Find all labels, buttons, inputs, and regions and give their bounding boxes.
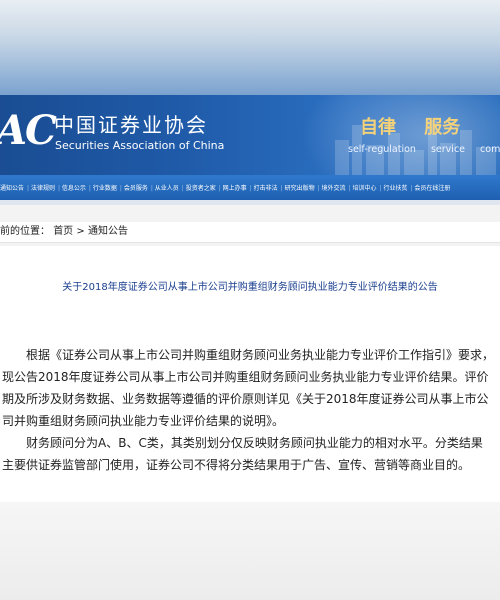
slogan-service: 服务: [424, 117, 461, 138]
slogan-cn: 自律 服务: [360, 113, 472, 139]
main-nav: 通知公告 法律规则 信息公示 行业数据 会员服务 从业人员 投资者之家 网上办事…: [0, 175, 500, 200]
notice-paragraph-2: 财务顾问分为A、B、C类，其类别划分仅反映财务顾问执业能力的相对水平。分类结果主…: [2, 436, 483, 472]
nav-item-industry-data[interactable]: 行业数据: [89, 183, 120, 192]
slogan-self-regulation: 自律: [360, 117, 396, 138]
breadcrumb-prefix: 前的位置：: [0, 226, 50, 237]
breadcrumb: 前的位置： 首页 > 通知公告: [0, 222, 500, 243]
nav-item-international[interactable]: 境外交流: [318, 183, 349, 192]
breadcrumb-current[interactable]: 通知公告: [88, 226, 128, 237]
sac-logo[interactable]: AC: [0, 107, 57, 154]
notice-title: 关于2018年度证券公司从事上市公司并购重组财务顾问执业能力专业评价结果的公告: [62, 282, 438, 293]
site-banner: AC 中国证券业协会 Securities Association of Chi…: [0, 95, 500, 175]
nav-item-disclosure[interactable]: 信息公示: [58, 183, 89, 192]
nav-item-member-services[interactable]: 会员服务: [120, 183, 151, 192]
top-background: [0, 0, 500, 95]
association-name-cn: 中国证券业协会: [54, 113, 208, 137]
slogan-en-1: self-regulation: [348, 144, 416, 155]
nav-item-research[interactable]: 研究出版物: [281, 183, 318, 192]
nav-item-notices[interactable]: 通知公告: [0, 183, 27, 192]
breadcrumb-separator: >: [76, 226, 85, 237]
slogan-en-3: comm: [480, 144, 500, 155]
nav-item-anti-illegal[interactable]: 打击非法: [250, 183, 281, 192]
association-name-en: Securities Association of China: [55, 139, 225, 152]
slogan-en: self-regulation service comm: [348, 144, 500, 155]
nav-item-investors[interactable]: 投资者之家: [182, 183, 219, 192]
notice-content: 关于2018年度证券公司从事上市公司并购重组财务顾问执业能力专业评价结果的公告 …: [0, 246, 500, 502]
nav-item-practitioners[interactable]: 从业人员: [151, 183, 182, 192]
nav-item-online-services[interactable]: 网上办事: [219, 183, 250, 192]
bottom-background: [0, 502, 500, 600]
breadcrumb-home[interactable]: 首页: [53, 226, 73, 237]
nav-item-member-registration[interactable]: 会员在线注册: [410, 183, 453, 192]
nav-item-poverty-relief[interactable]: 行业扶贫: [380, 183, 411, 192]
nav-divider: [0, 200, 500, 205]
nav-item-training[interactable]: 培训中心: [349, 183, 380, 192]
notice-paragraph-1: 根据《证券公司从事上市公司并购重组财务顾问业务执业能力专业评价工作指引》要求，现…: [2, 348, 495, 428]
slogan-en-2: service: [430, 144, 466, 155]
nav-item-rules[interactable]: 法律规则: [27, 183, 58, 192]
